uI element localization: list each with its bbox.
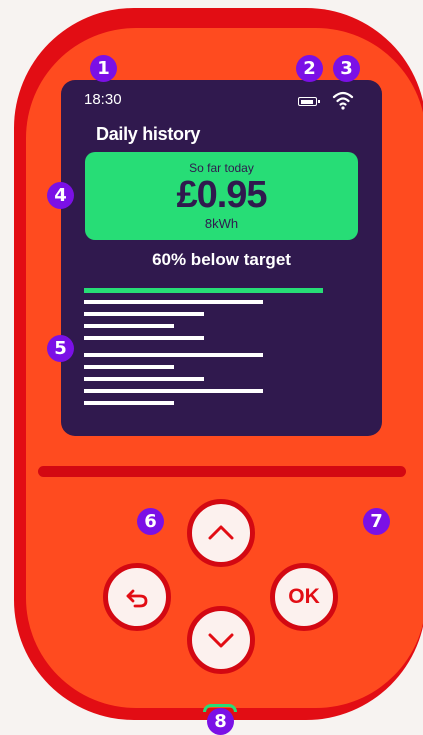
callout-badge-7: 7 [363, 508, 390, 535]
battery-icon [298, 97, 320, 106]
back-button[interactable] [103, 563, 171, 631]
history-bar [84, 336, 204, 340]
down-button[interactable] [187, 606, 255, 674]
history-bar [84, 353, 263, 357]
history-bar [84, 312, 204, 316]
up-button[interactable] [187, 499, 255, 567]
callout-badge-1: 1 [90, 55, 117, 82]
clock-time: 18:30 [84, 91, 122, 108]
callout-badge-2: 2 [296, 55, 323, 82]
ok-button[interactable]: OK [270, 563, 338, 631]
history-bar [84, 324, 174, 328]
display-screen: 18:30 Daily history So far today £0.95 8… [61, 80, 382, 436]
ok-label: OK [288, 585, 320, 608]
history-bar-target [84, 288, 323, 293]
wifi-icon [332, 91, 354, 110]
energy-value: 8kWh [204, 216, 239, 231]
callout-badge-8: 8 [207, 708, 234, 735]
callout-badge-4: 4 [47, 182, 74, 209]
target-status: 60% below target [152, 250, 291, 269]
history-bar [84, 377, 204, 381]
history-bar [84, 365, 174, 369]
history-bar [84, 300, 263, 304]
cost-label: So far today [189, 161, 254, 175]
device-slot [38, 466, 406, 477]
callout-badge-5: 5 [47, 335, 74, 362]
cost-value: £0.95 [176, 174, 267, 216]
callout-badge-6: 6 [137, 508, 164, 535]
callout-badge-3: 3 [333, 55, 360, 82]
back-arrow-icon [126, 589, 148, 608]
chevron-down-icon [208, 633, 234, 648]
screen-title: Daily history [96, 124, 201, 144]
cost-card: So far today £0.95 8kWh [85, 152, 358, 240]
battery-level-fill [301, 99, 313, 104]
chevron-up-icon [208, 525, 234, 540]
history-bar [84, 389, 263, 393]
history-bar [84, 401, 174, 405]
